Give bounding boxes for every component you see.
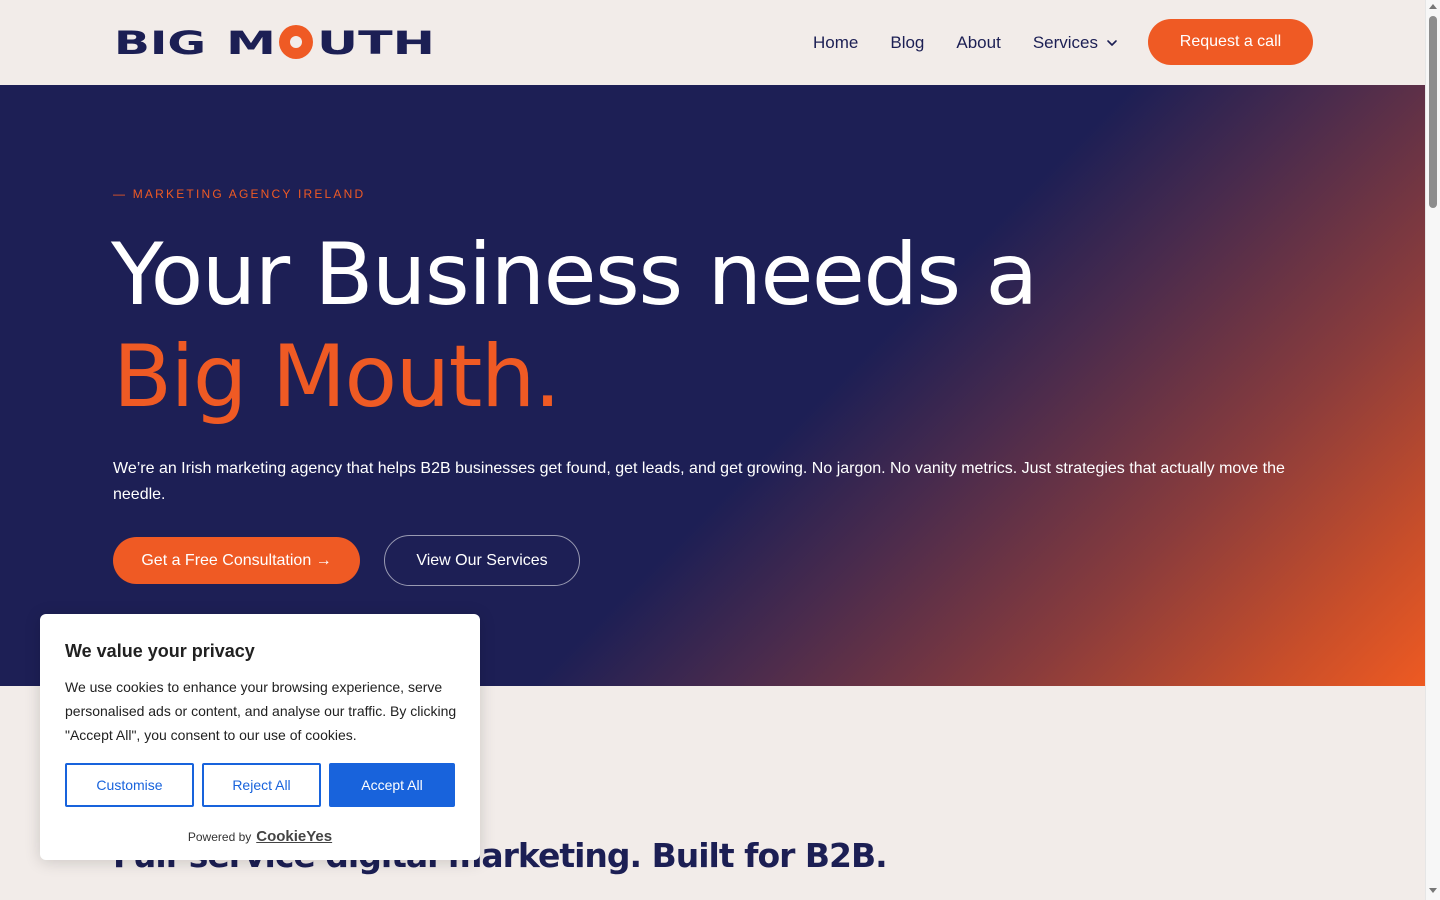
hero-headline-accent: Big Mouth. bbox=[113, 327, 561, 427]
svg-text:UTH: UTH bbox=[317, 24, 435, 62]
accept-all-button[interactable]: Accept All bbox=[329, 763, 455, 807]
scrollbar-thumb[interactable] bbox=[1429, 16, 1437, 208]
powered-by: Powered by CookieYes bbox=[40, 828, 480, 845]
nav-item-blog[interactable]: Blog bbox=[890, 33, 924, 53]
svg-text:M: M bbox=[226, 24, 276, 62]
logo-graphic: BIG M UTH bbox=[114, 24, 435, 62]
hero-headline: Your Business needs a bbox=[111, 225, 1038, 325]
powered-by-label: Powered by bbox=[187, 829, 252, 844]
view-services-button[interactable]: View Our Services bbox=[384, 535, 580, 586]
scroll-up-arrow-icon[interactable] bbox=[1429, 4, 1437, 9]
hero-description: We’re an Irish marketing agency that hel… bbox=[113, 460, 1285, 503]
cookie-banner-text: We use cookies to enhance your browsing … bbox=[65, 679, 457, 743]
reject-all-button[interactable]: Reject All bbox=[202, 763, 321, 807]
page-scrollbar[interactable] bbox=[1425, 0, 1440, 900]
cookie-consent-banner: We value your privacy We use cookies to … bbox=[40, 614, 480, 860]
cookie-banner-title: We value your privacy bbox=[65, 641, 255, 661]
free-consultation-button[interactable]: Get a Free Consultation → bbox=[113, 537, 360, 584]
cookieyes-logo[interactable]: CookieYes bbox=[256, 828, 332, 845]
nav-item-about[interactable]: About bbox=[956, 33, 1000, 53]
nav-item-home[interactable]: Home bbox=[813, 33, 858, 53]
nav-item-services-label: Services bbox=[1032, 32, 1099, 52]
customise-button[interactable]: Customise bbox=[65, 763, 194, 807]
chevron-down-icon bbox=[1107, 39, 1117, 46]
site-header: BIG M UTH Home Blog About Services Reque… bbox=[0, 0, 1425, 85]
svg-text:BIG: BIG bbox=[114, 24, 206, 62]
request-call-button[interactable]: Request a call bbox=[1148, 19, 1313, 65]
nav-item-services[interactable]: Services bbox=[1033, 33, 1118, 53]
scroll-down-arrow-icon[interactable] bbox=[1429, 888, 1437, 893]
main-nav: Home Blog About Services bbox=[813, 0, 1150, 85]
logo[interactable]: BIG M UTH bbox=[114, 24, 436, 62]
hero-section: — MARKETING AGENCY IRELAND Your Business… bbox=[0, 85, 1425, 686]
hero-eyebrow: — MARKETING AGENCY IRELAND bbox=[113, 187, 366, 201]
